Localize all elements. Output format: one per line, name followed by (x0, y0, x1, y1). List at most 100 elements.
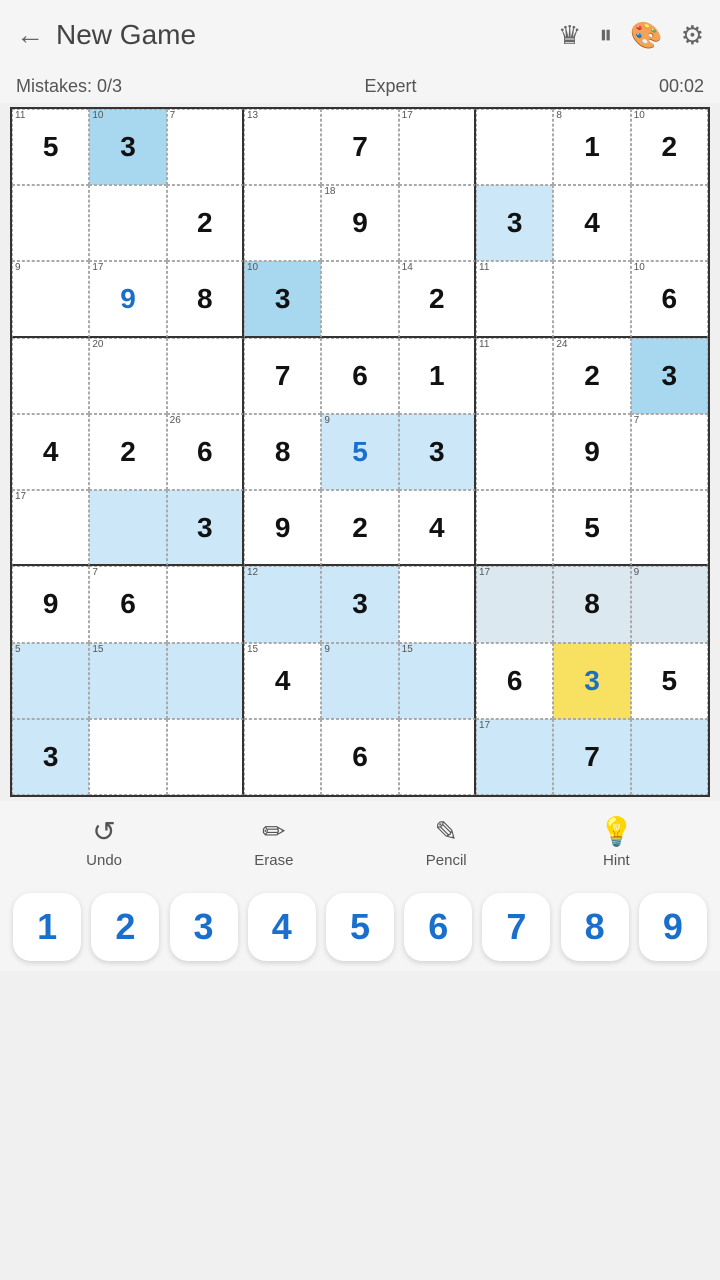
cell-r3-c2[interactable] (167, 338, 244, 414)
cell-r5-c2[interactable]: 3 (167, 490, 244, 566)
numpad-btn-7[interactable]: 7 (482, 893, 550, 961)
cell-r5-c0[interactable]: 17 (12, 490, 89, 566)
cell-r6-c8[interactable]: 9 (631, 566, 708, 642)
cell-r4-c6[interactable] (476, 414, 553, 490)
cell-r2-c7[interactable] (553, 261, 630, 337)
palette-icon[interactable]: 🎨 (630, 20, 662, 51)
cell-r4-c4[interactable]: 95 (321, 414, 398, 490)
cell-r6-c4[interactable]: 3 (321, 566, 398, 642)
cell-r5-c5[interactable]: 4 (399, 490, 476, 566)
numpad-btn-8[interactable]: 8 (561, 893, 629, 961)
cell-r3-c3[interactable]: 7 (244, 338, 321, 414)
pencil-button[interactable]: ✎ Pencil (426, 815, 467, 869)
cell-r1-c2[interactable]: 2 (167, 185, 244, 261)
hint-button[interactable]: 💡 Hint (599, 815, 634, 869)
cell-r1-c7[interactable]: 4 (553, 185, 630, 261)
cell-r6-c1[interactable]: 76 (89, 566, 166, 642)
cell-r3-c5[interactable]: 1 (399, 338, 476, 414)
cell-r5-c1[interactable] (89, 490, 166, 566)
numpad-btn-5[interactable]: 5 (326, 893, 394, 961)
cell-r3-c6[interactable]: 11 (476, 338, 553, 414)
cell-r8-c3[interactable] (244, 719, 321, 795)
cell-r2-c6[interactable]: 11 (476, 261, 553, 337)
crown-icon[interactable]: ♛ (558, 20, 581, 51)
cell-r2-c2[interactable]: 8 (167, 261, 244, 337)
cell-r5-c8[interactable] (631, 490, 708, 566)
numpad-btn-2[interactable]: 2 (91, 893, 159, 961)
cell-r7-c6[interactable]: 6 (476, 643, 553, 719)
cell-r8-c5[interactable] (399, 719, 476, 795)
cell-r8-c2[interactable] (167, 719, 244, 795)
cell-r0-c0[interactable]: 115 (12, 109, 89, 185)
cell-r3-c0[interactable] (12, 338, 89, 414)
cell-r6-c2[interactable] (167, 566, 244, 642)
numpad-btn-1[interactable]: 1 (13, 893, 81, 961)
cell-r8-c8[interactable] (631, 719, 708, 795)
cell-r2-c5[interactable]: 142 (399, 261, 476, 337)
cell-r4-c0[interactable]: 4 (12, 414, 89, 490)
cell-r4-c8[interactable]: 7 (631, 414, 708, 490)
cell-r7-c7[interactable]: 3 (553, 643, 630, 719)
cell-r8-c4[interactable]: 6 (321, 719, 398, 795)
cell-r5-c3[interactable]: 9 (244, 490, 321, 566)
cell-r0-c8[interactable]: 102 (631, 109, 708, 185)
cell-r2-c8[interactable]: 106 (631, 261, 708, 337)
cell-r2-c4[interactable] (321, 261, 398, 337)
cell-r6-c6[interactable]: 17 (476, 566, 553, 642)
cell-r0-c1[interactable]: 103 (89, 109, 166, 185)
undo-button[interactable]: ↺ Undo (86, 815, 122, 869)
cell-r4-c7[interactable]: 9 (553, 414, 630, 490)
cell-r1-c3[interactable] (244, 185, 321, 261)
cell-r3-c8[interactable]: 3 (631, 338, 708, 414)
numpad-btn-9[interactable]: 9 (639, 893, 707, 961)
cell-r4-c1[interactable]: 2 (89, 414, 166, 490)
cell-r1-c6[interactable]: 3 (476, 185, 553, 261)
cell-r0-c3[interactable]: 13 (244, 109, 321, 185)
cell-r8-c7[interactable]: 7 (553, 719, 630, 795)
numpad-btn-3[interactable]: 3 (170, 893, 238, 961)
cell-r0-c2[interactable]: 7 (167, 109, 244, 185)
cell-r3-c1[interactable]: 20 (89, 338, 166, 414)
cell-r1-c1[interactable] (89, 185, 166, 261)
cell-r5-c6[interactable] (476, 490, 553, 566)
cell-r2-c0[interactable]: 9 (12, 261, 89, 337)
cell-r2-c1[interactable]: 179 (89, 261, 166, 337)
cell-r1-c4[interactable]: 189 (321, 185, 398, 261)
cell-r7-c2[interactable] (167, 643, 244, 719)
cell-r0-c6[interactable] (476, 109, 553, 185)
cell-r4-c5[interactable]: 3 (399, 414, 476, 490)
cell-r7-c0[interactable]: 5 (12, 643, 89, 719)
numpad-btn-6[interactable]: 6 (404, 893, 472, 961)
cell-r8-c1[interactable] (89, 719, 166, 795)
cell-r6-c0[interactable]: 9 (12, 566, 89, 642)
cell-r7-c5[interactable]: 15 (399, 643, 476, 719)
cell-r4-c2[interactable]: 266 (167, 414, 244, 490)
cell-r3-c7[interactable]: 242 (553, 338, 630, 414)
back-button[interactable]: ← (16, 19, 44, 51)
cell-r8-c6[interactable]: 17 (476, 719, 553, 795)
cell-r6-c7[interactable]: 8 (553, 566, 630, 642)
cell-r7-c1[interactable]: 15 (89, 643, 166, 719)
cell-r1-c5[interactable] (399, 185, 476, 261)
cell-r7-c3[interactable]: 154 (244, 643, 321, 719)
cell-r2-c3[interactable]: 103 (244, 261, 321, 337)
numpad-btn-4[interactable]: 4 (248, 893, 316, 961)
erase-button[interactable]: ✏ Erase (254, 815, 293, 869)
cell-r0-c5[interactable]: 17 (399, 109, 476, 185)
cell-r6-c5[interactable] (399, 566, 476, 642)
cell-r6-c3[interactable]: 12 (244, 566, 321, 642)
cell-r0-c7[interactable]: 81 (553, 109, 630, 185)
cell-r0-c4[interactable]: 7 (321, 109, 398, 185)
cell-r7-c8[interactable]: 5 (631, 643, 708, 719)
cell-r1-c8[interactable] (631, 185, 708, 261)
cell-r5-c4[interactable]: 2 (321, 490, 398, 566)
cell-r7-c4[interactable]: 9 (321, 643, 398, 719)
settings-icon[interactable]: ⚙ (681, 20, 704, 51)
erase-icon: ✏ (262, 815, 285, 848)
cell-r4-c3[interactable]: 8 (244, 414, 321, 490)
cell-r1-c0[interactable] (12, 185, 89, 261)
cell-r5-c7[interactable]: 5 (553, 490, 630, 566)
cell-r8-c0[interactable]: 3 (12, 719, 89, 795)
cell-r3-c4[interactable]: 6 (321, 338, 398, 414)
pause-icon[interactable]: ⏸ (599, 19, 612, 51)
